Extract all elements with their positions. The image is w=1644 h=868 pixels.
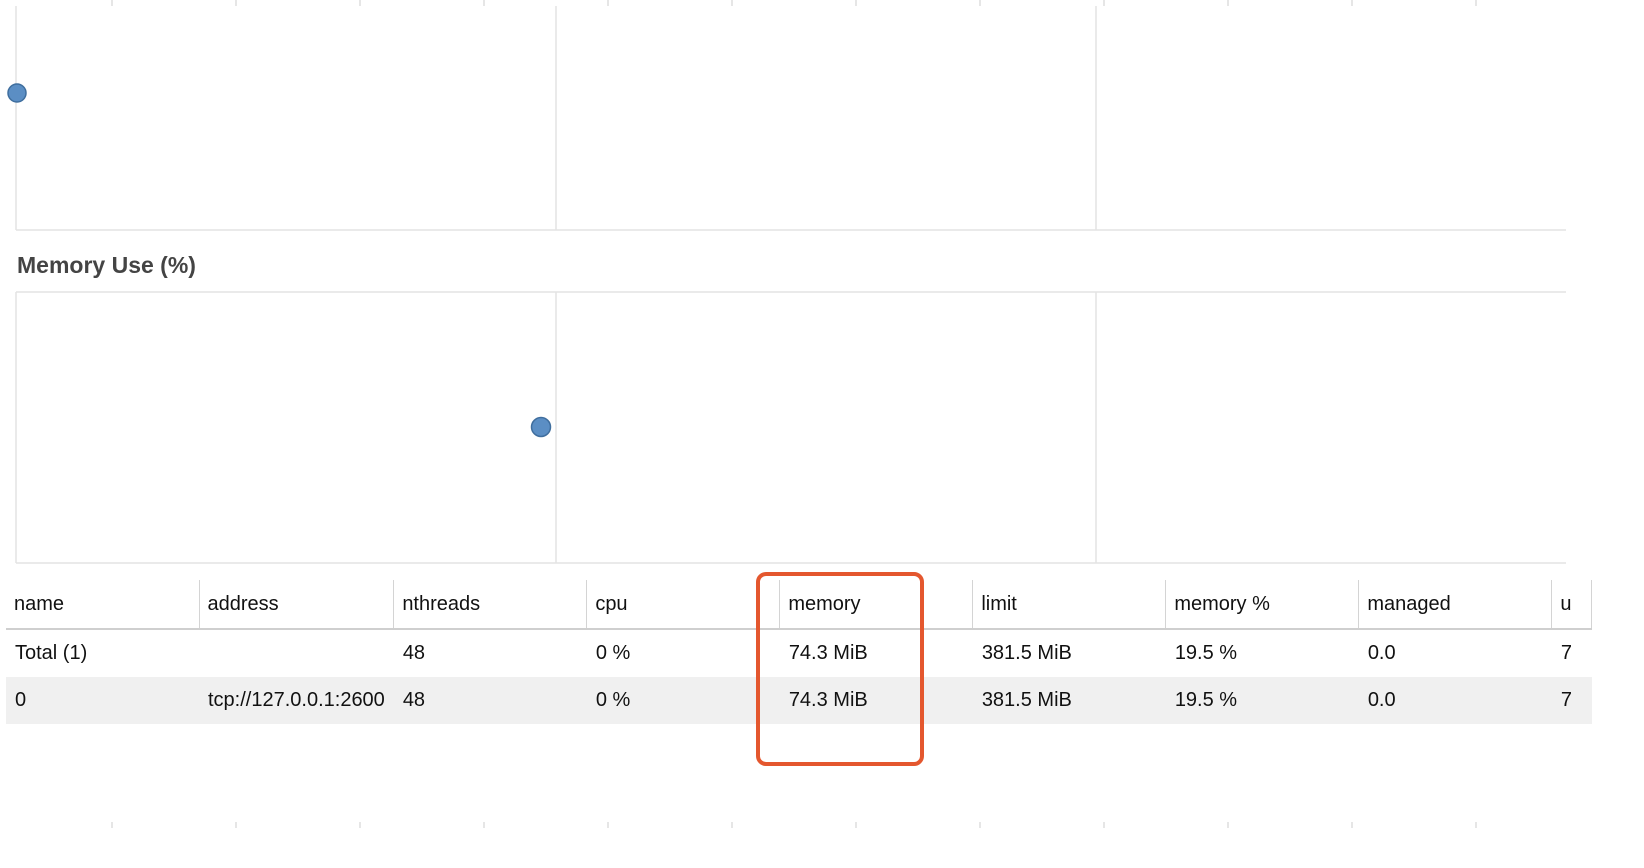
workers-table-container: name address nthreads cpu memory limit m… — [6, 580, 1644, 730]
memory-use-scatter-point — [530, 416, 552, 438]
cell-memory: 74.3 MiB — [779, 677, 973, 724]
cell-limit: 381.5 MiB — [981, 642, 1072, 664]
cell-truncated: 7 — [1551, 677, 1592, 724]
cell-cpu: 0 % — [595, 642, 631, 664]
column-header-nthreads[interactable]: nthreads — [393, 580, 588, 630]
cell-address — [199, 629, 394, 677]
bottom-tick-marks — [111, 822, 1477, 828]
cell-nthreads: 48 — [402, 642, 426, 664]
cell-limit: 381.5 MiB — [972, 677, 1166, 724]
charts-canvas — [7, 0, 1566, 828]
cell-cpu: 0 % — [586, 677, 780, 724]
column-header-limit[interactable]: limit — [972, 580, 1167, 630]
table-row[interactable]: 0 tcp://127.0.0.1:2600 48 0 % 74.3 MiB 3… — [6, 677, 1592, 724]
column-header-truncated[interactable]: u — [1551, 580, 1593, 630]
cell-managed: 0.0 — [1358, 677, 1552, 724]
cell-memory-percent: 19.5 % — [1174, 642, 1238, 664]
cell-name: 0 — [6, 677, 199, 724]
memory-use-chart-frame — [15, 291, 1566, 564]
cell-truncated: 7 — [1560, 642, 1572, 664]
cell-nthreads: 48 — [393, 677, 587, 724]
cell-name: Total (1) — [15, 642, 88, 664]
top-tick-marks — [111, 0, 1477, 6]
upper-chart-frame — [15, 6, 1566, 231]
table-row[interactable]: Total (1) 48 0 % 74.3 MiB 381.5 MiB 19.5… — [6, 629, 1592, 677]
column-header-address[interactable]: address — [199, 580, 395, 630]
column-header-managed[interactable]: managed — [1358, 580, 1553, 630]
column-header-memory-percent[interactable]: memory % — [1165, 580, 1360, 630]
cell-memory-percent: 19.5 % — [1165, 677, 1359, 724]
column-header-cpu[interactable]: cpu — [586, 580, 781, 630]
cell-address: tcp://127.0.0.1:2600 — [199, 677, 394, 724]
column-header-memory[interactable]: memory — [779, 580, 974, 630]
memory-use-title: Memory Use (%) — [17, 252, 196, 278]
cell-memory: 74.3 MiB — [788, 642, 868, 664]
table-header-row: name address nthreads cpu memory limit m… — [6, 580, 1593, 630]
column-header-name[interactable]: name — [6, 580, 200, 630]
workers-table: name address nthreads cpu memory limit m… — [6, 580, 1593, 724]
upper-scatter-point — [7, 83, 27, 103]
cell-managed: 0.0 — [1367, 642, 1396, 664]
